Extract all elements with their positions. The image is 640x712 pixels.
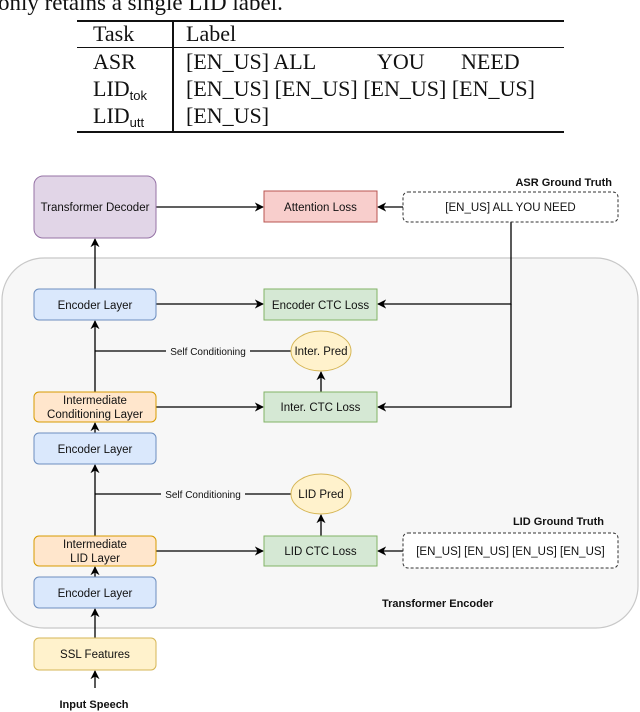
encoder-layer-bottom-label: Encoder Layer	[58, 588, 133, 600]
intermediate-lid-label-line2: LID Layer	[70, 553, 120, 565]
encoder-ctc-loss-node: Encoder CTC Loss	[263, 288, 378, 321]
transformer-decoder-label: Transformer Decoder	[41, 202, 150, 214]
inter-pred-label: Inter. Pred	[294, 346, 347, 358]
inter-ctc-loss-node: Inter. CTC Loss	[263, 391, 378, 423]
self-conditioning-label: Self Conditioning	[170, 347, 246, 358]
encoder-layer-middle-node: Encoder Layer	[33, 432, 157, 465]
encoder-ctc-loss-label: Encoder CTC Loss	[272, 300, 369, 312]
intermediate-lid-layer-node: Intermediate LID Layer	[33, 535, 157, 567]
ssl-features-label: SSL Features	[60, 649, 130, 661]
input-speech-label: Input Speech	[59, 699, 128, 711]
asr-ground-truth-node: [EN_US] ALL YOU NEED	[402, 191, 619, 223]
asr-ground-truth-title: ASR Ground Truth	[515, 177, 612, 189]
self-conditioning-label: Self Conditioning	[165, 490, 241, 501]
attention-loss-node: Attention Loss	[263, 190, 378, 223]
intermediate-conditioning-layer-node: Intermediate Conditioning Layer	[33, 391, 157, 423]
encoder-layer-middle-label: Encoder Layer	[58, 444, 133, 456]
lid-pred-node: LID Pred	[290, 473, 352, 515]
attention-loss-label: Attention Loss	[284, 202, 357, 214]
intermediate-conditioning-label-line2: Conditioning Layer	[47, 409, 143, 421]
inter-ctc-loss-label: Inter. CTC Loss	[281, 402, 361, 414]
asr-ground-truth-value: [EN_US] ALL YOU NEED	[445, 202, 575, 214]
encoder-layer-bottom-node: Encoder Layer	[33, 576, 157, 609]
inter-pred-node: Inter. Pred	[290, 330, 352, 372]
lid-ground-truth-title: LID Ground Truth	[513, 516, 604, 528]
intermediate-conditioning-label-line1: Intermediate	[63, 395, 127, 407]
lid-pred-label: LID Pred	[298, 489, 343, 501]
ssl-features-node: SSL Features	[33, 637, 157, 671]
transformer-encoder-title: Transformer Encoder	[382, 598, 494, 610]
encoder-layer-top-node: Encoder Layer	[33, 288, 157, 321]
intermediate-lid-label-line1: Intermediate	[63, 539, 127, 551]
lid-ctc-loss-node: LID CTC Loss	[263, 535, 378, 567]
architecture-diagram: Transformer Decoder Attention Loss ASR G…	[1, 175, 639, 711]
lid-ground-truth-node: [EN_US] [EN_US] [EN_US] [EN_US]	[402, 532, 619, 569]
lid-ctc-loss-label: LID CTC Loss	[284, 546, 356, 558]
encoder-layer-top-label: Encoder Layer	[58, 300, 133, 312]
lid-ground-truth-value: [EN_US] [EN_US] [EN_US] [EN_US]	[416, 546, 605, 558]
transformer-decoder-node: Transformer Decoder	[33, 175, 157, 239]
